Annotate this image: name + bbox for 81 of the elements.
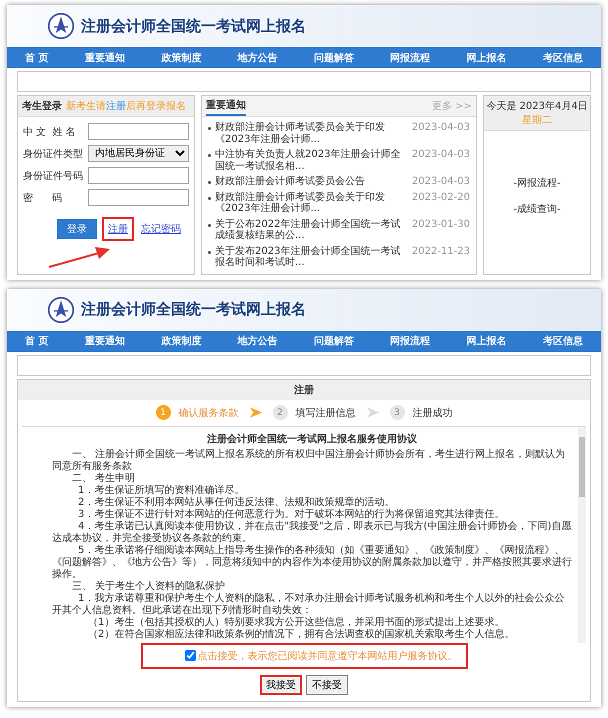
bullet-icon (208, 250, 211, 254)
bullet-icon (208, 196, 211, 200)
choice-button[interactable]: 不接受 (306, 674, 348, 694)
nav-tab[interactable]: 首 页 (25, 334, 49, 348)
nav-tab[interactable]: 政策制度 (161, 50, 202, 64)
nav-tab[interactable]: 政策制度 (161, 334, 202, 348)
notice-link[interactable]: 关于发布2023年注册会计师全国统一考试报名时间和考试时... (215, 246, 408, 268)
agreement-paragraph: 5．考生承诺将仔细阅读本网站上指导考生操作的各种须知（如《重要通知》、《政策制度》、《网报流程》、《问题解答》、《地方公告》等），同意将须知中的内容作为本使用协议的附属条款加以遵守，并严格按照其要求进行操作。 (52, 544, 572, 580)
agreement-title: 注册会计师全国统一考试网上报名服务使用协议 (206, 432, 418, 446)
step-number: 1 (156, 405, 170, 420)
agreement-paragraph: 4．考生承诺已认真阅读本使用协议，并在点击"我接受"之后，即表示已与我方(中国注册会计师协会，下同)自愿达成本协议，并完全接受协议各条款的约束。 (52, 520, 572, 544)
today-date: 今天是 2023年4月4日 (486, 100, 588, 113)
step-number: 2 (272, 405, 288, 420)
field-label: 身份证件类型 (23, 148, 84, 160)
nav-tab[interactable]: 网报流程 (390, 334, 430, 348)
forgot-password-link[interactable]: 忘记密码 (139, 221, 183, 237)
emblem-icon (47, 12, 75, 40)
nav-tab[interactable]: 重要通知 (84, 50, 125, 64)
notice-link[interactable]: 财政部注册会计师考试委员会公告 (215, 176, 408, 188)
notice-link[interactable]: 关于公布2022年注册会计师全国统一考试成绩复核结果的公... (215, 218, 408, 242)
bullet-icon (208, 154, 211, 157)
notice-date: 2023-04-03 (412, 122, 470, 134)
weekday: 星期二 (522, 114, 552, 127)
notice-link[interactable]: 中注协有关负责人就2023年注册会计师全国统一考试报名相... (215, 149, 408, 172)
input-field[interactable] (88, 123, 189, 140)
accept-checkbox[interactable] (184, 650, 196, 661)
chevron-icon (366, 407, 380, 418)
step-label: 注册成功 (412, 406, 452, 420)
step-number: 3 (390, 405, 404, 420)
panel-tab[interactable]: 重要通知 (206, 96, 246, 116)
chevron-icon (248, 407, 262, 418)
consent-text: 点击接受，表示您已阅读并同意遵守本网站用户服务协议。 (198, 650, 458, 662)
notice-date: 2023-04-03 (412, 149, 470, 160)
notice-date: 2023-01-30 (412, 218, 470, 230)
field-label: 中 文 姓 名 (23, 126, 77, 138)
nav-tab[interactable]: 问题解答 (314, 50, 354, 64)
nav-tab[interactable]: 网报流程 (390, 50, 430, 64)
quick-link[interactable]: -网报流程- (513, 176, 561, 190)
bullet-icon (208, 127, 211, 130)
nav-tab[interactable]: 考区信息 (542, 50, 583, 64)
agreement-paragraph: （1）考生（包括其授权的人）特别要求我方公开这些信息，并采用书面的形式提出上述要求。 (87, 616, 506, 628)
register-hint: 新考生请注册后再登录报名 (66, 100, 186, 113)
field-label: 密 码 (23, 192, 64, 204)
nav-tab[interactable]: 问题解答 (314, 334, 354, 348)
bullet-icon (208, 224, 211, 226)
quick-link[interactable]: -成绩查询- (513, 202, 561, 216)
bullet-icon (208, 181, 211, 184)
notice-date: 2023-04-03 (412, 176, 470, 188)
site-title: 注册会计师全国统一考试网上报名 (81, 300, 306, 319)
step-label: 填写注册信息 (296, 406, 356, 420)
nav-tab[interactable]: 首 页 (25, 50, 49, 64)
agreement-paragraph: 2．考生保证不利用本网站从事任何违反法律、法规和政策规章的活动。 (77, 496, 396, 508)
nav-tab[interactable]: 考区信息 (542, 334, 583, 348)
agreement-paragraph: 1．我方承诺尊重和保护考生个人资料的隐私，不对承办注册会计师考试服务机构和考生个人以外的社会公众公开其个人信息资料。但此承诺在出现下列情形时自动失效： (52, 592, 566, 616)
agreement-paragraph: 三、 关于考生个人资料的隐私保护 (71, 580, 226, 592)
panel-title: 注册 (18, 380, 590, 400)
nav-tab[interactable]: 地方公告 (238, 334, 278, 348)
agreement-paragraph: （2）在符合国家相应法律和政策条例的情况下，拥有合法调查权的国家机关索取考生个人信息。 (87, 628, 516, 640)
agreement-paragraph: 一、 注册会计师全国统一考试网上报名系统的所有权归中国注册会计师协会所有，考生进行网上报名，则默认为同意所有服务条款 (52, 448, 566, 472)
agreement-paragraph: 二、 考生申明 (71, 472, 136, 484)
step-label: 确认服务条款 (178, 406, 238, 420)
notice-date: 2023-02-20 (412, 192, 470, 203)
nav-tab[interactable]: 网上报名 (466, 334, 507, 348)
nav-tab[interactable]: 网上报名 (466, 50, 507, 64)
emblem-icon (47, 296, 75, 324)
nav-tab[interactable]: 重要通知 (84, 334, 125, 348)
notice-date: 2022-11-23 (412, 246, 470, 257)
field-label: 身份证件号码 (23, 170, 84, 182)
panel-title: 考生登录 (22, 100, 62, 113)
site-title: 注册会计师全国统一考试网上报名 (81, 16, 306, 36)
agreement-paragraph: 3．考生保证不进行针对本网站的任何恶意行为。对于破坏本网站的行为将保留追究其法律责任。 (77, 508, 506, 520)
password-field[interactable] (88, 189, 189, 206)
scrollbar[interactable] (578, 426, 586, 642)
input-field[interactable] (88, 167, 189, 184)
notice-link[interactable]: 财政部注册会计师考试委员会关于印发《2023年注册会计师... (215, 122, 408, 145)
login-button[interactable]: 登录 (57, 219, 97, 239)
agreement-paragraph: 1．考生保证所填写的资料准确详尽。 (77, 484, 246, 496)
nav-tab[interactable]: 地方公告 (238, 50, 278, 64)
id-type-select[interactable]: 内地居民身份证 (88, 145, 189, 162)
notice-link[interactable]: 财政部注册会计师考试委员会关于印发《2023年注册会计师... (215, 192, 408, 214)
choice-button[interactable]: 我接受 (260, 674, 302, 694)
